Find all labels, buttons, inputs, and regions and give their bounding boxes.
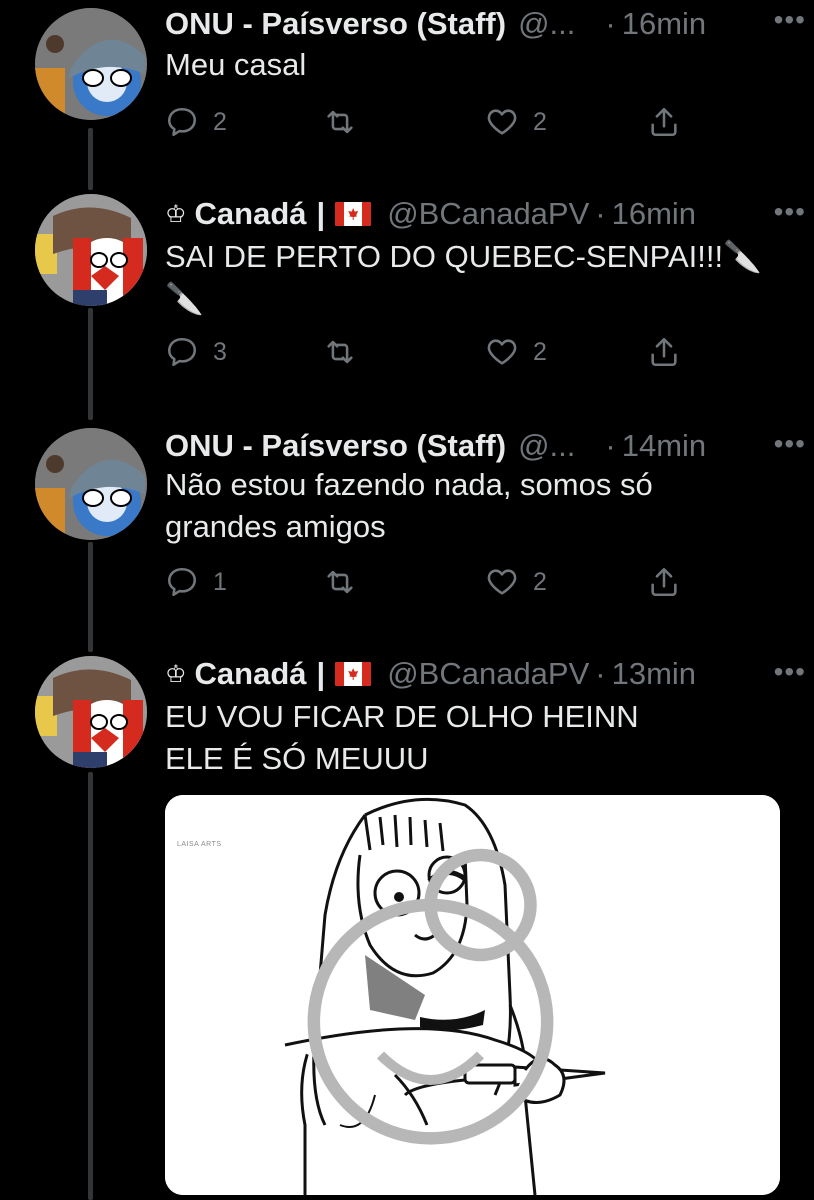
heart-icon <box>487 339 517 365</box>
avatar-onu[interactable] <box>35 428 147 540</box>
user-handle[interactable]: @... <box>518 428 575 464</box>
tweet-text: SAI DE PERTO DO QUEBEC-SENPAI!!!🔪 🔪 <box>165 239 762 316</box>
display-name[interactable]: Canadá <box>195 196 307 232</box>
retweet-button[interactable] <box>323 562 371 602</box>
heart-icon <box>487 569 517 595</box>
retweet-icon <box>327 570 353 594</box>
user-handle[interactable]: @... <box>518 6 575 42</box>
timestamp[interactable]: 16min <box>612 196 696 232</box>
dot-separator: · <box>595 196 606 231</box>
reply-icon <box>167 567 197 597</box>
tweet-header: ♔ Canadá | @BCanadaPV · 13min <box>165 652 774 696</box>
dot-separator: · <box>605 428 616 463</box>
like-count: 2 <box>533 337 547 366</box>
tweet-actions: 3 2 <box>165 332 705 372</box>
tweet-actions: 1 2 <box>165 562 705 602</box>
tweet-media-image[interactable]: LAISA ARTS <box>165 795 780 1195</box>
share-button[interactable] <box>647 332 695 372</box>
retweet-icon <box>327 110 353 134</box>
share-icon <box>651 337 677 367</box>
tweet-text: Não estou fazendo nada, somos só grandes… <box>165 467 653 544</box>
reply-icon <box>167 337 197 367</box>
like-button[interactable]: 2 <box>485 562 547 602</box>
canada-flag-icon <box>335 662 372 686</box>
tweet-header: ♔ Canadá | @BCanadaPV · 16min <box>165 192 774 236</box>
share-button[interactable] <box>647 102 695 142</box>
canada-ball-avatar <box>35 194 147 306</box>
tweet-header: ONU - Paísverso (Staff) @... · 16min <box>165 2 774 46</box>
avatar-onu[interactable] <box>35 8 147 120</box>
user-handle[interactable]: @BCanadaPV <box>387 196 589 232</box>
tweet-header: ONU - Paísverso (Staff) @... · 14min <box>165 424 774 468</box>
like-count: 2 <box>533 567 547 596</box>
name-separator: | <box>316 196 326 231</box>
avatar-canada[interactable] <box>35 656 147 768</box>
display-name[interactable]: ONU - Paísverso (Staff) <box>165 6 506 42</box>
dot-separator: · <box>595 656 606 691</box>
reply-count: 2 <box>213 107 227 136</box>
onu-ball-avatar <box>35 428 147 540</box>
reply-icon <box>167 107 197 137</box>
retweet-button[interactable] <box>323 102 371 142</box>
share-icon <box>651 567 677 597</box>
canada-ball-avatar <box>35 656 147 768</box>
dot-separator: · <box>605 6 616 41</box>
canada-flag-icon <box>335 202 372 226</box>
tweet[interactable]: ONU - Paísverso (Staff) @... · 16min •••… <box>0 0 814 190</box>
more-options-icon[interactable]: ••• <box>774 196 806 228</box>
reply-button[interactable]: 1 <box>165 562 227 602</box>
reply-count: 1 <box>213 567 227 596</box>
timestamp[interactable]: 14min <box>622 428 706 464</box>
name-separator: | <box>316 656 326 691</box>
tweet-text: Meu casal <box>165 47 307 82</box>
display-name[interactable]: ONU - Paísverso (Staff) <box>165 428 506 464</box>
reply-count: 3 <box>213 337 227 366</box>
heart-icon <box>487 109 517 135</box>
display-name[interactable]: Canadá <box>195 656 307 692</box>
tweet[interactable]: ONU - Paísverso (Staff) @... · 14min •••… <box>0 424 814 654</box>
onu-ball-avatar <box>35 8 147 120</box>
tweet-text: EU VOU FICAR DE OLHO HEINN ELE É SÓ MEUU… <box>165 699 639 776</box>
like-button[interactable]: 2 <box>485 102 547 142</box>
artist-watermark-text: LAISA ARTS <box>177 841 222 848</box>
reply-button[interactable]: 2 <box>165 102 227 142</box>
timestamp[interactable]: 16min <box>622 6 706 42</box>
artist-watermark-logo <box>307 848 554 1145</box>
crown-icon: ♔ <box>165 200 187 228</box>
share-button[interactable] <box>647 562 695 602</box>
timestamp[interactable]: 13min <box>612 656 696 692</box>
crown-icon: ♔ <box>165 660 187 688</box>
retweet-button[interactable] <box>323 332 371 372</box>
tweet[interactable]: ♔ Canadá | @BCanadaPV · 16min ••• SAI DE… <box>0 192 814 422</box>
share-icon <box>651 107 677 137</box>
reply-button[interactable]: 3 <box>165 332 227 372</box>
more-options-icon[interactable]: ••• <box>774 656 806 688</box>
conversation-thread: ONU - Paísverso (Staff) @... · 16min •••… <box>0 0 814 1200</box>
more-options-icon[interactable]: ••• <box>774 4 806 36</box>
avatar-canada[interactable] <box>35 194 147 306</box>
like-count: 2 <box>533 107 547 136</box>
more-options-icon[interactable]: ••• <box>774 428 806 460</box>
tweet-actions: 2 2 <box>165 102 705 142</box>
retweet-icon <box>327 340 353 364</box>
like-button[interactable]: 2 <box>485 332 547 372</box>
user-handle[interactable]: @BCanadaPV <box>387 656 589 692</box>
